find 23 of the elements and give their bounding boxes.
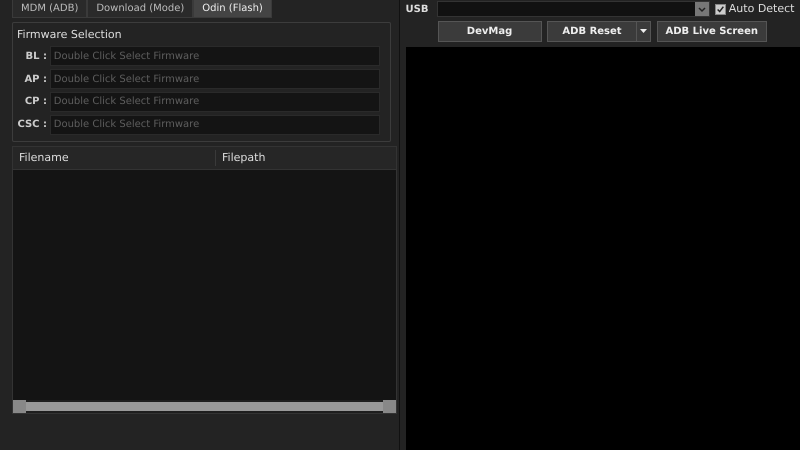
tab[interactable]: Odin (Flash)	[193, 0, 272, 18]
column-header: Filepath	[215, 150, 266, 166]
field-label: AP :	[23, 72, 47, 86]
port-dropdown[interactable]	[437, 1, 710, 17]
auto-detect-checkbox[interactable]	[715, 4, 726, 14]
port-label: USB	[406, 2, 430, 16]
caret-down-icon	[640, 29, 647, 34]
horizontal-scrollbar[interactable]	[13, 400, 396, 413]
field-label: CSC :	[17, 118, 47, 132]
firmware-path-field[interactable]: Double Click Select Firmware	[50, 92, 380, 112]
toolbar-button[interactable]: DevMag	[438, 20, 542, 42]
group-title: Firmware Selection	[17, 27, 123, 43]
split-button[interactable]: ADB Reset	[547, 20, 651, 42]
firmware-path-field[interactable]: Double Click Select Firmware	[50, 114, 380, 134]
firmware-path-field[interactable]: Double Click Select Firmware	[50, 69, 380, 89]
tab[interactable]: MDM (ADB)	[12, 0, 88, 18]
checkbox-label: Auto Detect	[728, 0, 794, 17]
column-header: Filename	[19, 150, 70, 166]
field-label: BL :	[24, 50, 47, 64]
field-label: CP :	[24, 95, 47, 110]
firmware-path-field[interactable]: Double Click Select Firmware	[50, 46, 380, 66]
toolbar-button[interactable]: ADB Live Screen	[656, 20, 767, 42]
tab[interactable]: Download (Mode)	[87, 0, 194, 18]
